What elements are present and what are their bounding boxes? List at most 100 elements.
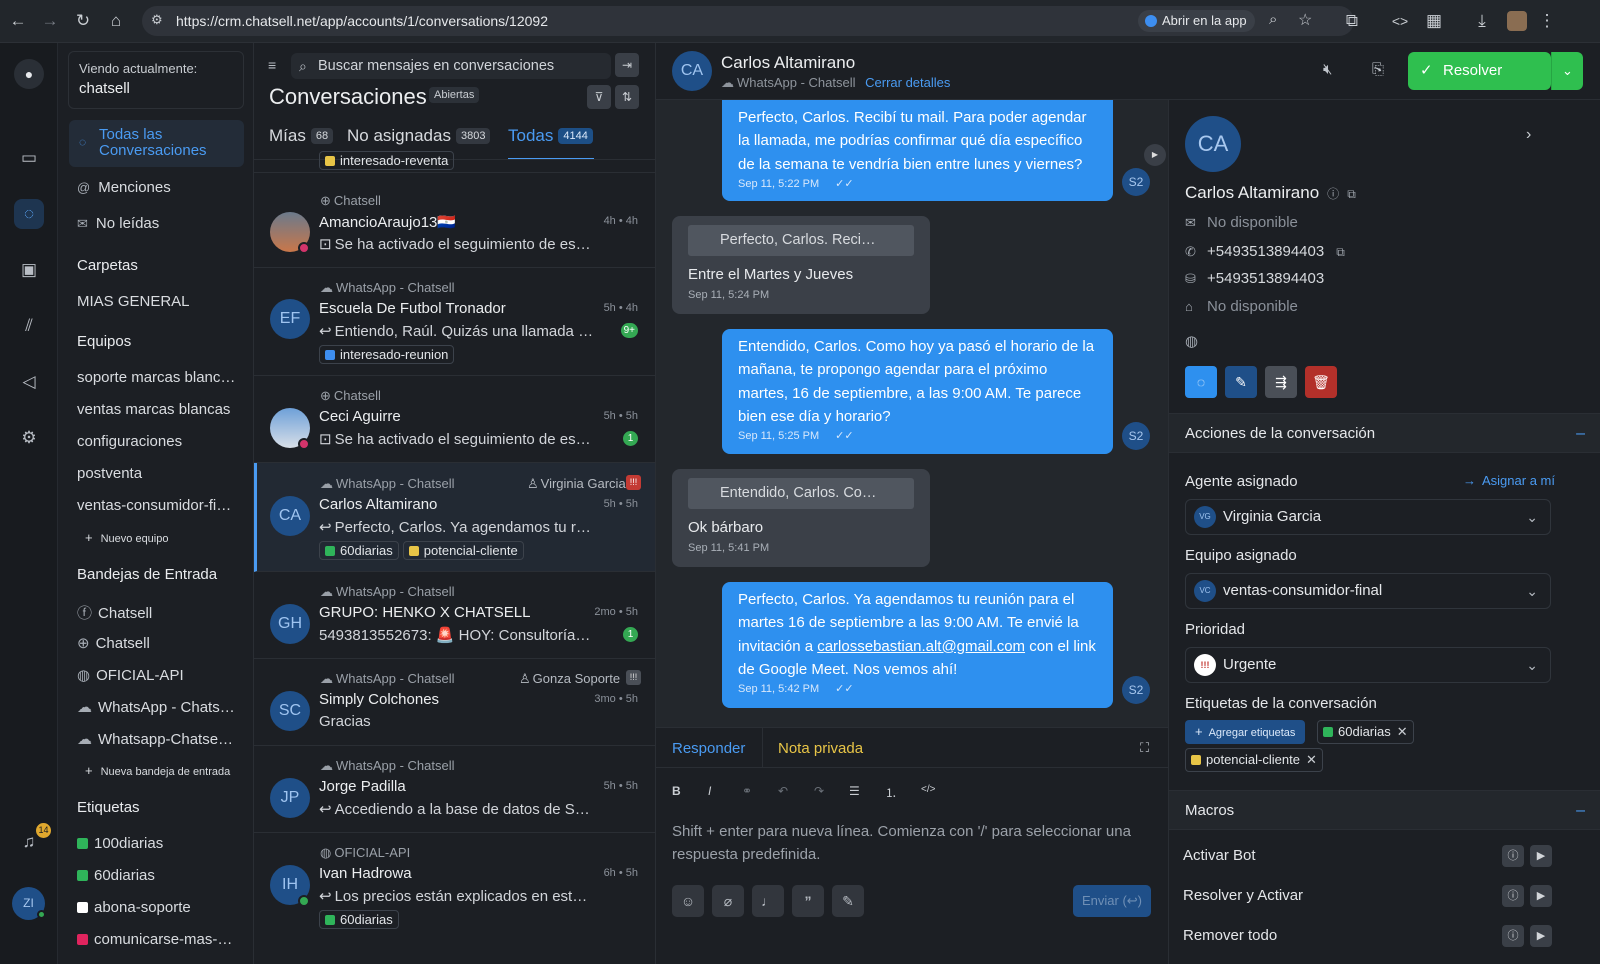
- open-app-button[interactable]: Abrir en la app: [1138, 10, 1255, 32]
- add-tags-button[interactable]: + Agregar etiquetas: [1185, 720, 1306, 744]
- filter-icon[interactable]: ⊽: [587, 85, 611, 109]
- conversations-icon[interactable]: ◌: [14, 199, 44, 229]
- resolve-options-chevron-icon[interactable]: ⌄: [1551, 52, 1583, 90]
- resolve-button[interactable]: ✓ Resolver: [1408, 52, 1551, 90]
- team-item[interactable]: postventa: [77, 465, 142, 482]
- redo-icon[interactable]: ↷: [814, 784, 824, 798]
- copy-icon[interactable]: ⧉: [1336, 245, 1345, 259]
- close-details-link[interactable]: Cerrar detalles: [865, 75, 950, 90]
- agent-select[interactable]: VG Virginia Garcia ⌄: [1185, 499, 1551, 535]
- delete-icon[interactable]: 🗑︎: [1305, 366, 1337, 398]
- message-outgoing[interactable]: Perfecto, Carlos. Recibí tu mail. Para p…: [722, 100, 1113, 201]
- team-item[interactable]: ventas marcas blancas: [77, 401, 230, 418]
- search-input[interactable]: ⌕ Buscar mensajes en conversaciones: [291, 53, 611, 79]
- label-item[interactable]: 60diarias: [77, 867, 155, 884]
- home-icon[interactable]: ⌂: [106, 11, 126, 31]
- expand-editor-icon[interactable]: ⛶: [1140, 740, 1149, 756]
- account-switcher[interactable]: Viendo actualmente: chatsell: [68, 51, 244, 109]
- list-item[interactable]: ⊕ Chatsell Ceci Aguirre 5h • 5h ⊡ Se ha ac…: [254, 376, 655, 463]
- bold-icon[interactable]: B: [672, 784, 681, 798]
- settings-icon[interactable]: ⚙: [14, 423, 44, 453]
- tab-private-note[interactable]: Nota privada: [778, 740, 863, 757]
- team-item[interactable]: soporte marcas blanc…: [77, 369, 235, 386]
- link-icon[interactable]: ⚭: [742, 784, 752, 798]
- address-bar[interactable]: ⚙ https://crm.chatsell.net/app/accounts/…: [142, 6, 1354, 36]
- sort-icon[interactable]: ⇅: [615, 85, 639, 109]
- bullet-list-icon[interactable]: ☰: [849, 784, 860, 798]
- forward-icon[interactable]: →: [40, 11, 60, 31]
- remove-tag-icon[interactable]: ✕: [1397, 724, 1408, 739]
- list-item[interactable]: IH ◍ OFICIAL-API Ivan Hadrowa 6h • 5h ↩ Lo…: [254, 833, 655, 943]
- undo-icon[interactable]: ↶: [778, 784, 788, 798]
- nav-unread[interactable]: ✉ No leídas: [77, 215, 159, 232]
- contact-name[interactable]: Carlos Altamirano: [721, 53, 855, 73]
- devtools-icon[interactable]: <>: [1390, 11, 1410, 31]
- team-select[interactable]: VC ventas-consumidor-final ⌄: [1185, 573, 1551, 609]
- contact-phone-text[interactable]: +5493513894403: [1207, 243, 1324, 260]
- macro-info-icon[interactable]: ⓘ: [1502, 885, 1524, 907]
- tab-mine[interactable]: Mías 68: [269, 126, 334, 146]
- contact-avatar[interactable]: CA: [672, 51, 712, 91]
- status-badge[interactable]: Abiertas: [429, 87, 480, 103]
- attachment-icon[interactable]: ⌀: [712, 885, 744, 917]
- quote-icon[interactable]: ”: [792, 885, 824, 917]
- microphone-icon[interactable]: ♩: [752, 885, 784, 917]
- email-link[interactable]: carlossebastian.alt@gmail.com: [817, 638, 1025, 655]
- new-inbox-button[interactable]: + Nueva bandeja de entrada: [85, 763, 230, 778]
- list-item[interactable]: SC ☁ WhatsApp - Chatsell ♙ Gonza Soporte !…: [254, 659, 655, 746]
- expand-details-icon[interactable]: ▶: [1144, 144, 1166, 166]
- app-logo[interactable]: ●: [14, 59, 44, 89]
- search-submit-button[interactable]: ⇥: [615, 53, 639, 77]
- inbox-item[interactable]: ⓕ Chatsell: [77, 602, 152, 623]
- list-item[interactable]: ⊕ Chatsell AmancioAraujo13🇵🇾 4h • 4h ⊡ Se …: [254, 182, 655, 268]
- new-message-icon[interactable]: ◌: [1185, 366, 1217, 398]
- message-incoming[interactable]: Perfecto, Carlos. Reci… Entre el Martes …: [672, 216, 930, 314]
- message-outgoing[interactable]: Entendido, Carlos. Como hoy ya pasó el h…: [722, 329, 1113, 454]
- collapse-icon[interactable]: –: [1576, 414, 1585, 454]
- folder-item[interactable]: MIAS GENERAL: [77, 293, 190, 310]
- macro-info-icon[interactable]: ⓘ: [1502, 925, 1524, 947]
- edit-icon[interactable]: ✎: [1225, 366, 1257, 398]
- numbered-list-icon[interactable]: ⒈: [885, 784, 897, 801]
- reload-icon[interactable]: ↻: [73, 11, 93, 31]
- reports-icon[interactable]: ⫽: [14, 311, 44, 341]
- macros-header[interactable]: Macros –: [1169, 790, 1600, 830]
- quoted-message[interactable]: Perfecto, Carlos. Reci…: [688, 225, 914, 256]
- profile-avatar[interactable]: [1507, 11, 1527, 31]
- conversation-actions-header[interactable]: Acciones de la conversación –: [1169, 413, 1600, 453]
- quoted-message[interactable]: Entendido, Carlos. Co…: [688, 478, 914, 509]
- tab-reply[interactable]: Responder: [672, 740, 745, 757]
- list-item[interactable]: interesado-reventa: [254, 151, 655, 173]
- list-item[interactable]: GH ☁ WhatsApp - Chatsell GRUPO: HENKO X C…: [254, 572, 655, 659]
- list-item[interactable]: JP ☁ WhatsApp - Chatsell Jorge Padilla 5h…: [254, 746, 655, 833]
- priority-select[interactable]: !!! Urgente ⌄: [1185, 647, 1551, 683]
- extensions-icon[interactable]: ⧉: [1342, 11, 1362, 31]
- zoom-icon[interactable]: ⌕: [1269, 11, 1277, 28]
- emoji-icon[interactable]: ☺: [672, 885, 704, 917]
- browser-menu-icon[interactable]: ⋮: [1537, 11, 1557, 31]
- nav-all-conversations[interactable]: ◌ Todas las Conversaciones: [69, 120, 244, 167]
- campaigns-icon[interactable]: ◁: [14, 367, 44, 397]
- site-settings-icon[interactable]: ⚙: [151, 12, 163, 28]
- back-icon[interactable]: ←: [8, 11, 28, 31]
- macro-run-icon[interactable]: ▶: [1530, 925, 1552, 947]
- code-icon[interactable]: </>: [921, 784, 935, 795]
- inbox-item[interactable]: ☁ WhatsApp - Chats…: [77, 698, 235, 716]
- info-icon[interactable]: ⓘ: [1327, 187, 1339, 201]
- inbox-icon[interactable]: ▭: [14, 143, 44, 173]
- url-text[interactable]: https://crm.chatsell.net/app/accounts/1/…: [176, 13, 548, 29]
- chevron-right-icon[interactable]: ›: [1526, 126, 1531, 144]
- menu-toggle-icon[interactable]: ≡: [268, 57, 276, 73]
- macro-run-icon[interactable]: ▶: [1530, 885, 1552, 907]
- contacts-icon[interactable]: ▣: [14, 255, 44, 285]
- mute-icon[interactable]: 🔇︎: [1323, 61, 1332, 78]
- new-team-button[interactable]: + Nuevo equipo: [85, 530, 168, 545]
- signature-icon[interactable]: ✎: [832, 885, 864, 917]
- label-item[interactable]: abona-soporte: [77, 899, 191, 916]
- tab-all[interactable]: Todas 4144: [508, 126, 593, 146]
- list-item-active[interactable]: CA ☁ WhatsApp - Chatsell ♙ Virginia Garcia…: [254, 463, 655, 572]
- remove-tag-icon[interactable]: ✕: [1306, 752, 1317, 767]
- label-item[interactable]: comunicarse-mas-…: [77, 931, 232, 948]
- download-icon[interactable]: ⤓: [1472, 11, 1492, 31]
- nav-mentions[interactable]: @ Menciones: [77, 179, 171, 196]
